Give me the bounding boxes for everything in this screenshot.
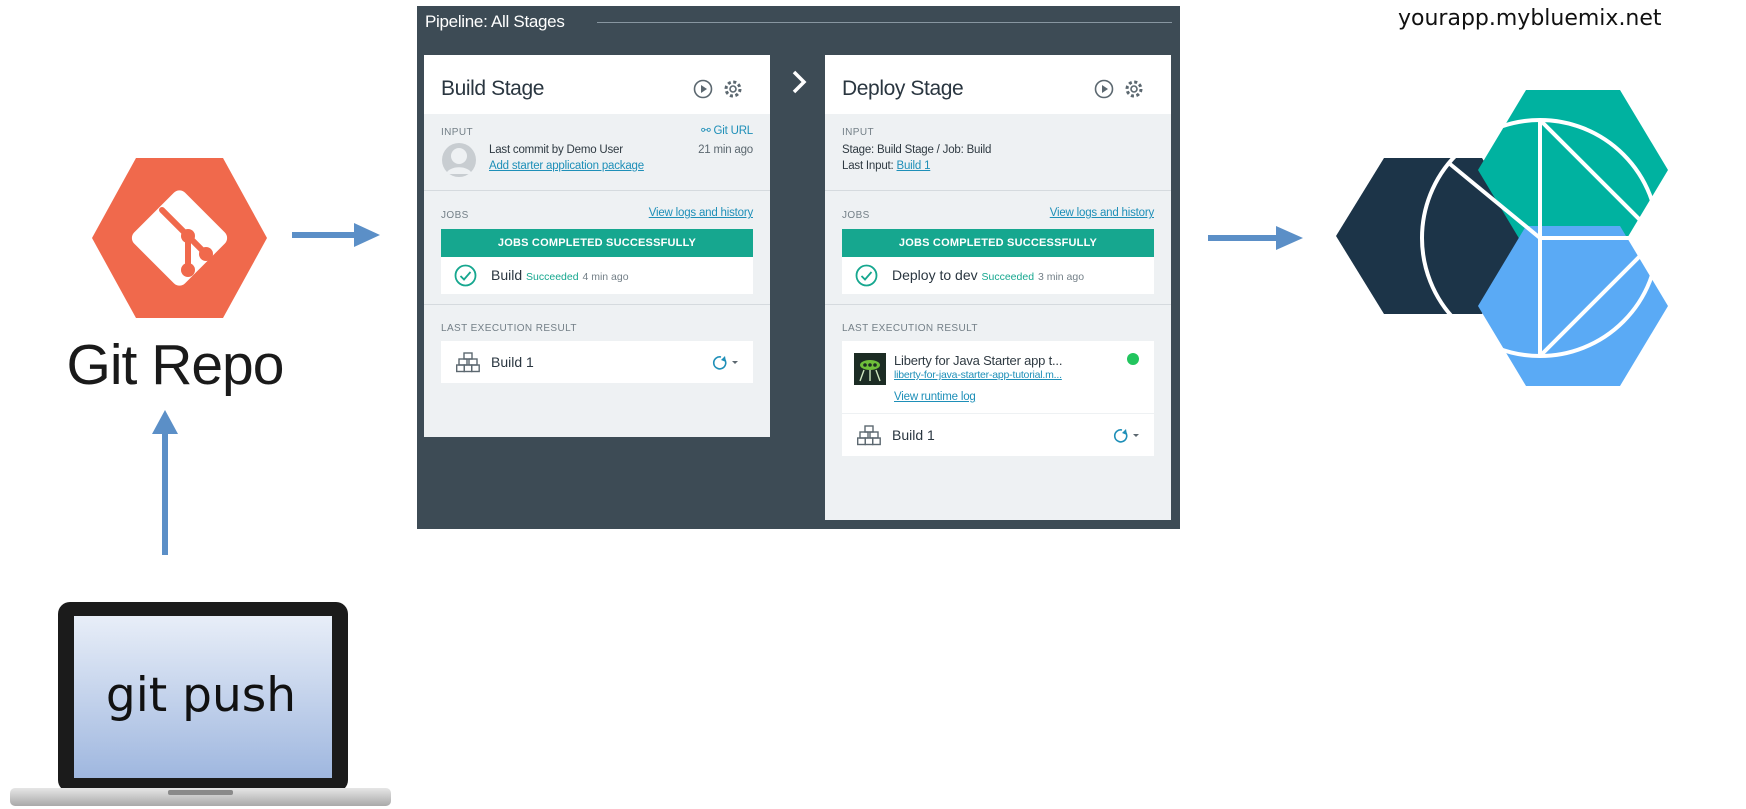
arrow-right-icon [1208,226,1303,250]
stage-job-line: Stage: Build Stage / Job: Build [842,144,992,156]
git-url-link[interactable]: ⚯ Git URL [701,123,753,137]
redeploy-icon[interactable] [709,354,741,370]
jobs-label: JOBS [441,210,469,221]
divider [424,304,770,305]
play-icon[interactable] [1094,79,1114,99]
cubes-icon [456,352,480,373]
build-result-row[interactable]: Build 1 [842,414,1154,456]
stage-header: Deploy Stage [825,55,1171,114]
gear-icon[interactable] [722,78,744,100]
arrow-up-icon [152,410,178,555]
build-label: Build 1 [491,354,534,370]
last-input-link[interactable]: Build 1 [897,160,931,172]
bluemix-logo-icon [1336,90,1668,386]
last-execution-label: LAST EXECUTION RESULT [441,323,577,334]
commit-time: 21 min ago [698,144,753,156]
jobs-label: JOBS [842,210,870,221]
view-runtime-log-link[interactable]: View runtime log [894,391,976,403]
arrow-right-icon [292,223,380,247]
app-name: Liberty for Java Starter app t... [894,353,1063,368]
divider [825,304,1171,305]
view-logs-link[interactable]: View logs and history [649,207,753,219]
build-result-row[interactable]: Build 1 [441,341,753,383]
pipeline-title: Pipeline: All Stages [425,12,565,31]
job-name-line: Build Succeeded 4 min ago [491,267,629,283]
check-circle-icon [855,264,878,287]
link-icon: ⚯ [701,125,714,137]
redeploy-icon[interactable] [1110,427,1142,443]
job-row[interactable]: Build Succeeded 4 min ago [441,257,753,294]
cubes-icon [857,425,881,446]
stage-title: Build Stage [441,77,545,100]
stage-title: Deploy Stage [842,77,964,100]
commit-line: Last commit by Demo User [489,144,623,156]
app-url-label: yourapp.mybluemix.net [1398,6,1662,31]
view-logs-link[interactable]: View logs and history [1050,207,1154,219]
deploy-stage-card: Deploy Stage INPUT Stage: Build Stage / … [825,55,1171,520]
jobs-completed-banner: JOBS COMPLETED SUCCESSFULLY [842,229,1154,257]
jobs-completed-banner: JOBS COMPLETED SUCCESSFULLY [441,229,753,257]
job-name-line: Deploy to dev Succeeded 3 min ago [892,267,1085,283]
pipeline-panel: Pipeline: All Stages Build Stage INPUT ⚯… [417,6,1180,529]
liberty-app-icon [854,353,886,385]
git-logo-icon [92,158,267,318]
chevron-right-icon [792,70,807,94]
job-row[interactable]: Deploy to dev Succeeded 3 min ago [842,257,1154,294]
build-stage-card: Build Stage INPUT ⚯ Git URL Last commit … [424,55,770,437]
play-icon[interactable] [693,79,713,99]
input-label: INPUT [441,127,473,138]
check-circle-icon [454,264,477,287]
last-input-line: Last Input: Build 1 [842,160,931,172]
last-execution-label: LAST EXECUTION RESULT [842,323,978,334]
input-label: INPUT [842,127,874,138]
app-route-link[interactable]: liberty-for-java-starter-app-tutorial.m.… [894,369,1062,381]
divider [424,190,770,191]
commit-link[interactable]: Add starter application package [489,160,644,172]
pipeline-title-rule [597,22,1172,23]
app-result-card[interactable]: Liberty for Java Starter app t... libert… [842,341,1154,413]
git-repo-label: Git Repo [66,333,285,397]
status-dot-icon [1127,353,1139,365]
git-push-text: git push [105,668,297,723]
stage-header: Build Stage [424,55,770,114]
gear-icon[interactable] [1123,78,1145,100]
build-label: Build 1 [892,427,935,443]
divider [825,190,1171,191]
avatar [442,143,476,177]
